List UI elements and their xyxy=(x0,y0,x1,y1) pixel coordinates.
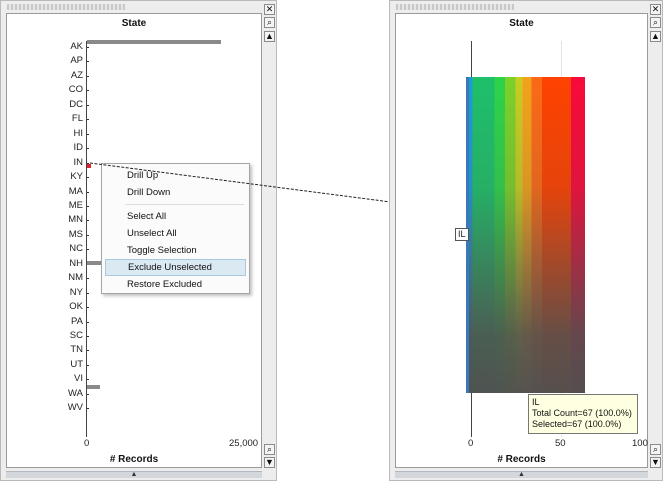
menu-drill-down[interactable]: Drill Down xyxy=(105,184,246,201)
x-tick-25000: 25,000 xyxy=(229,438,259,449)
zoom-icon[interactable]: ⌕ xyxy=(264,17,275,28)
state-label-TN[interactable]: TN xyxy=(53,344,83,355)
x-tick-50: 50 xyxy=(555,438,566,449)
bar-category-label: IL xyxy=(455,228,469,241)
state-label-NC[interactable]: NC xyxy=(53,243,83,254)
context-menu: Drill Up Drill Down Select All Unselect … xyxy=(101,163,250,294)
close-icon[interactable]: ✕ xyxy=(264,4,275,15)
state-label-ID[interactable]: ID xyxy=(53,142,84,153)
menu-restore-excluded[interactable]: Restore Excluded xyxy=(105,276,246,293)
state-label-WA[interactable]: WA xyxy=(53,388,83,399)
collapse-up-icon: ▲ xyxy=(130,471,138,478)
scroll-up-icon[interactable]: ▲ xyxy=(264,31,275,42)
menu-unselect-all[interactable]: Unselect All xyxy=(105,225,246,242)
right-x-axis-title: # Records xyxy=(497,454,546,465)
bar-VI[interactable] xyxy=(87,385,100,389)
state-label-DC[interactable]: DC xyxy=(53,99,83,110)
zoom-icon-bottom[interactable]: ⌕ xyxy=(650,444,661,455)
state-label-SC[interactable]: SC xyxy=(53,330,83,341)
state-label-VI[interactable]: VI xyxy=(53,373,83,384)
drag-grip[interactable] xyxy=(396,4,514,10)
scroll-down-icon[interactable]: ▼ xyxy=(650,457,661,468)
x-tick-0: 0 xyxy=(84,438,90,449)
scroll-up-icon[interactable]: ▲ xyxy=(650,31,661,42)
drag-grip[interactable] xyxy=(7,4,125,10)
x-tick-0: 0 xyxy=(468,438,474,449)
state-label-MS[interactable]: MS xyxy=(53,229,83,240)
zoom-icon[interactable]: ⌕ xyxy=(650,17,661,28)
state-label-FL[interactable]: FL xyxy=(53,113,83,124)
bar-AK[interactable] xyxy=(87,40,221,44)
state-label-HI[interactable]: HI xyxy=(53,128,84,139)
bar-IL[interactable] xyxy=(469,77,585,393)
zoom-icon-bottom[interactable]: ⌕ xyxy=(264,444,275,455)
state-label-KY[interactable]: KY xyxy=(53,171,83,182)
tooltip: IL Total Count=67 (100.0%) Selected=67 (… xyxy=(528,394,638,434)
bar-shade-overlay xyxy=(469,77,585,393)
state-label-PA[interactable]: PA xyxy=(53,316,83,327)
tooltip-total-count: Total Count=67 (100.0%) xyxy=(532,408,632,418)
tooltip-title: IL xyxy=(532,397,540,407)
left-plot-title: State xyxy=(121,18,147,29)
x-tick-100: 100 xyxy=(632,438,648,449)
state-label-IN[interactable]: IN xyxy=(53,157,84,168)
state-label-UT[interactable]: UT xyxy=(53,359,83,370)
selected-marker-IN xyxy=(87,164,91,168)
tooltip-selected: Selected=67 (100.0%) xyxy=(532,419,622,429)
menu-drill-up[interactable]: Drill Up xyxy=(105,167,246,184)
menu-toggle-selection[interactable]: Toggle Selection xyxy=(105,242,246,259)
collapse-up-icon: ▲ xyxy=(518,471,525,478)
state-label-MA[interactable]: MA xyxy=(53,186,83,197)
bottom-collapse-strip[interactable]: ▲ xyxy=(395,471,648,478)
state-label-AP[interactable]: AP xyxy=(53,55,83,66)
state-label-AK[interactable]: AK xyxy=(53,41,83,52)
y-axis-line xyxy=(86,41,87,437)
state-label-NY[interactable]: NY xyxy=(53,287,83,298)
close-icon[interactable]: ✕ xyxy=(650,4,661,15)
right-plot-title: State xyxy=(509,18,534,29)
left-x-axis-title: # Records xyxy=(109,454,159,465)
state-label-NH[interactable]: NH xyxy=(53,258,83,269)
state-label-OK[interactable]: OK xyxy=(53,301,83,312)
state-label-MN[interactable]: MN xyxy=(53,214,83,225)
state-label-CO[interactable]: CO xyxy=(53,84,83,95)
state-label-WV[interactable]: WV xyxy=(53,402,83,413)
bottom-collapse-strip[interactable]: ▲ xyxy=(6,471,262,478)
menu-select-all[interactable]: Select All xyxy=(105,208,246,225)
scroll-down-icon[interactable]: ▼ xyxy=(264,457,275,468)
state-label-ME[interactable]: ME xyxy=(53,200,83,211)
menu-separator xyxy=(125,204,244,205)
state-label-AZ[interactable]: AZ xyxy=(53,70,83,81)
menu-exclude-unselected[interactable]: Exclude Unselected xyxy=(105,259,246,276)
state-label-NM[interactable]: NM xyxy=(53,272,83,283)
